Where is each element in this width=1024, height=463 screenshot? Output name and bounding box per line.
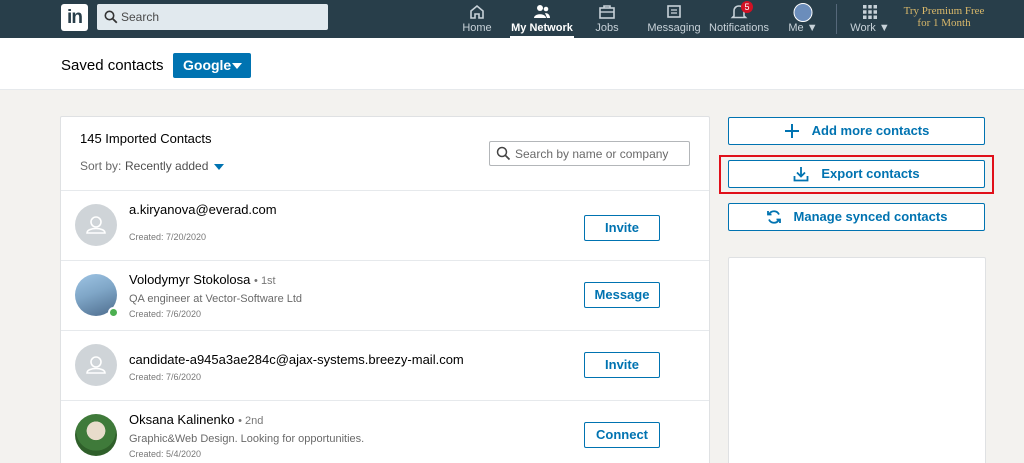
messaging-icon xyxy=(667,5,681,18)
contact-headline: Graphic&Web Design. Looking for opportun… xyxy=(129,433,365,445)
sort-dropdown[interactable]: Recently added xyxy=(125,159,208,173)
download-icon xyxy=(793,166,809,181)
nav-my-network[interactable]: My Network xyxy=(510,0,574,38)
connection-degree: • 2nd xyxy=(238,415,264,427)
search-input[interactable] xyxy=(121,7,321,27)
avatar xyxy=(793,3,813,22)
add-contacts-label: Add more contacts xyxy=(811,123,930,138)
chevron-down-icon: ▼ xyxy=(806,22,818,34)
contact-created: Created: 7/6/2020 xyxy=(129,309,202,319)
add-contacts-button[interactable]: Add more contacts xyxy=(728,117,985,145)
grid-icon xyxy=(863,5,877,19)
nav-work[interactable]: Work ▼ xyxy=(848,0,892,38)
contact-row: a.kiryanova@everad.com Created: 7/20/202… xyxy=(61,191,709,261)
person-placeholder-icon xyxy=(86,356,106,374)
contact-name: Volodymyr Stokolosa xyxy=(129,272,251,287)
sync-icon xyxy=(766,209,781,224)
contact-headline: QA engineer at Vector-Software Ltd xyxy=(129,293,303,305)
briefcase-icon xyxy=(599,5,615,19)
online-status-icon xyxy=(108,307,119,318)
home-icon xyxy=(470,4,484,19)
top-nav: in Home My Network Jobs Messaging 5 Noti… xyxy=(0,0,1024,38)
page-header: Saved contacts Google xyxy=(0,38,1024,90)
source-dropdown-button[interactable]: Google xyxy=(173,53,251,78)
search-icon xyxy=(496,146,511,161)
network-icon xyxy=(534,5,550,18)
nav-work-label: Work ▼ xyxy=(848,22,892,34)
contact-name: Oksana Kalinenko xyxy=(129,412,235,427)
nav-label: Notifications xyxy=(709,22,769,34)
manage-synced-contacts-button[interactable]: Manage synced contacts xyxy=(728,203,985,231)
nav-label: Jobs xyxy=(595,22,619,34)
caret-down-icon[interactable] xyxy=(214,164,224,170)
notification-badge: 5 xyxy=(741,1,753,13)
contact-name-wrapper[interactable]: Oksana Kalinenko • 2nd xyxy=(129,412,263,427)
plus-icon xyxy=(784,123,799,138)
caret-down-icon xyxy=(232,63,242,69)
contact-name-wrapper[interactable]: Volodymyr Stokolosa • 1st xyxy=(129,272,276,287)
contact-name[interactable]: a.kiryanova@everad.com xyxy=(129,202,277,217)
contact-created: Created: 5/4/2020 xyxy=(129,449,202,459)
nav-label: Messaging xyxy=(647,22,701,34)
nav-label: Work xyxy=(850,22,876,34)
source-label: Google xyxy=(183,57,232,73)
side-panel xyxy=(728,257,986,463)
nav-jobs[interactable]: Jobs xyxy=(588,0,626,38)
nav-notifications[interactable]: 5 Notifications xyxy=(709,0,769,38)
contact-row: Oksana Kalinenko • 2nd Graphic&Web Desig… xyxy=(61,401,709,463)
nav-messaging[interactable]: Messaging xyxy=(646,0,702,38)
nav-me-label: Me ▼ xyxy=(785,22,821,34)
premium-link[interactable]: Try Premium Free for 1 Month xyxy=(896,5,992,29)
contact-created: Created: 7/20/2020 xyxy=(129,232,207,242)
contact-created: Created: 7/6/2020 xyxy=(129,372,202,382)
contacts-search-input[interactable] xyxy=(515,145,685,163)
avatar[interactable] xyxy=(75,414,117,456)
nav-me[interactable]: Me ▼ xyxy=(785,0,821,38)
contact-row: candidate-a945a3ae284c@ajax-systems.bree… xyxy=(61,331,709,401)
export-contacts-label: Export contacts xyxy=(821,166,920,181)
avatar[interactable] xyxy=(75,204,117,246)
contacts-search[interactable] xyxy=(489,141,690,166)
nav-home[interactable]: Home xyxy=(457,0,497,38)
contacts-count: 145 Imported Contacts xyxy=(80,131,212,146)
search-icon xyxy=(104,10,118,24)
contacts-card: 145 Imported Contacts Sort by: Recently … xyxy=(60,116,710,463)
contact-row: Volodymyr Stokolosa • 1st QA engineer at… xyxy=(61,261,709,331)
manage-synced-contacts-label: Manage synced contacts xyxy=(793,209,948,224)
nav-divider xyxy=(836,4,837,34)
contact-name[interactable]: candidate-a945a3ae284c@ajax-systems.bree… xyxy=(129,352,464,367)
page-title: Saved contacts xyxy=(61,57,164,74)
invite-button[interactable]: Invite xyxy=(584,352,660,378)
global-search[interactable] xyxy=(97,4,328,30)
premium-line-1: Try Premium Free xyxy=(903,5,985,17)
chevron-down-icon: ▼ xyxy=(878,22,890,34)
connection-degree: • 1st xyxy=(254,275,276,287)
avatar[interactable] xyxy=(75,344,117,386)
person-placeholder-icon xyxy=(86,216,106,234)
connect-button[interactable]: Connect xyxy=(584,422,660,448)
invite-button[interactable]: Invite xyxy=(584,215,660,241)
sort-label: Sort by: xyxy=(80,159,122,173)
nav-label: My Network xyxy=(511,22,573,34)
export-contacts-button[interactable]: Export contacts xyxy=(728,160,985,188)
nav-label: Me xyxy=(788,22,804,34)
premium-line-2: for 1 Month xyxy=(917,17,971,29)
linkedin-logo[interactable]: in xyxy=(61,4,88,31)
message-button[interactable]: Message xyxy=(584,282,660,308)
nav-label: Home xyxy=(462,22,492,34)
